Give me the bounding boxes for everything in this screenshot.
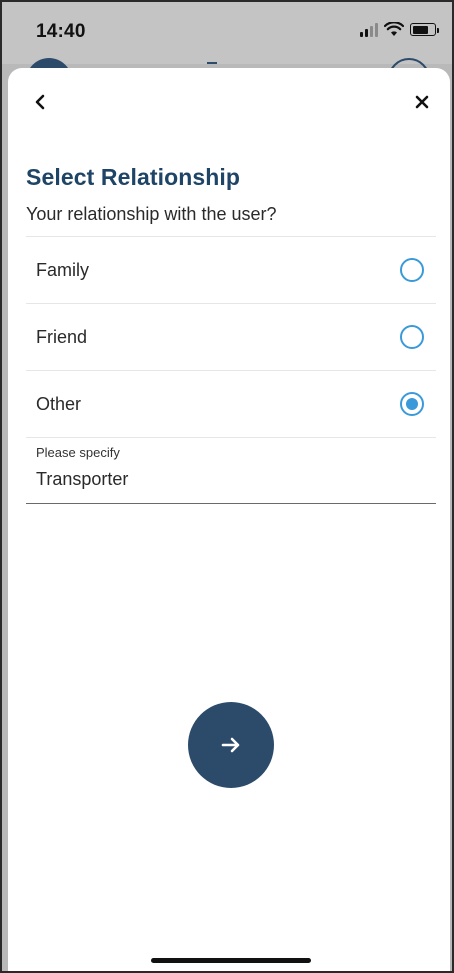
radio-friend[interactable]: [400, 325, 424, 349]
signal-icon: [360, 22, 378, 37]
chevron-left-icon: [35, 94, 45, 110]
specify-input[interactable]: Transporter: [36, 469, 128, 490]
option-friend[interactable]: Friend: [26, 303, 436, 370]
status-time: 14:40: [36, 21, 86, 42]
option-label: Family: [36, 259, 89, 280]
radio-family[interactable]: [400, 258, 424, 282]
page-subtitle: Your relationship with the user?: [26, 204, 277, 224]
home-indicator: [151, 958, 311, 963]
relationship-sheet: Select Relationship Your relationship wi…: [8, 68, 450, 971]
battery-icon: [410, 23, 439, 36]
specify-label: Please specify: [36, 445, 120, 460]
option-label: Friend: [36, 326, 88, 347]
radio-other[interactable]: [400, 392, 424, 416]
relationship-options: Family Friend Other: [26, 236, 436, 437]
specify-field[interactable]: Please specify Transporter: [26, 437, 436, 504]
phone-screen: 14:40 Select Relationship Your relations…: [0, 0, 454, 973]
close-button[interactable]: [408, 88, 436, 116]
option-label: Other: [36, 393, 82, 414]
page-title: Select Relationship: [26, 164, 241, 190]
status-icons: [360, 22, 439, 37]
option-family[interactable]: Family: [26, 236, 436, 303]
back-button[interactable]: [26, 88, 54, 116]
option-other[interactable]: Other: [26, 370, 436, 437]
wifi-icon: [384, 22, 404, 36]
status-bar: 14:40: [2, 2, 452, 64]
close-icon: [415, 95, 429, 109]
arrow-right-icon: [221, 737, 240, 753]
next-button[interactable]: [188, 702, 274, 788]
